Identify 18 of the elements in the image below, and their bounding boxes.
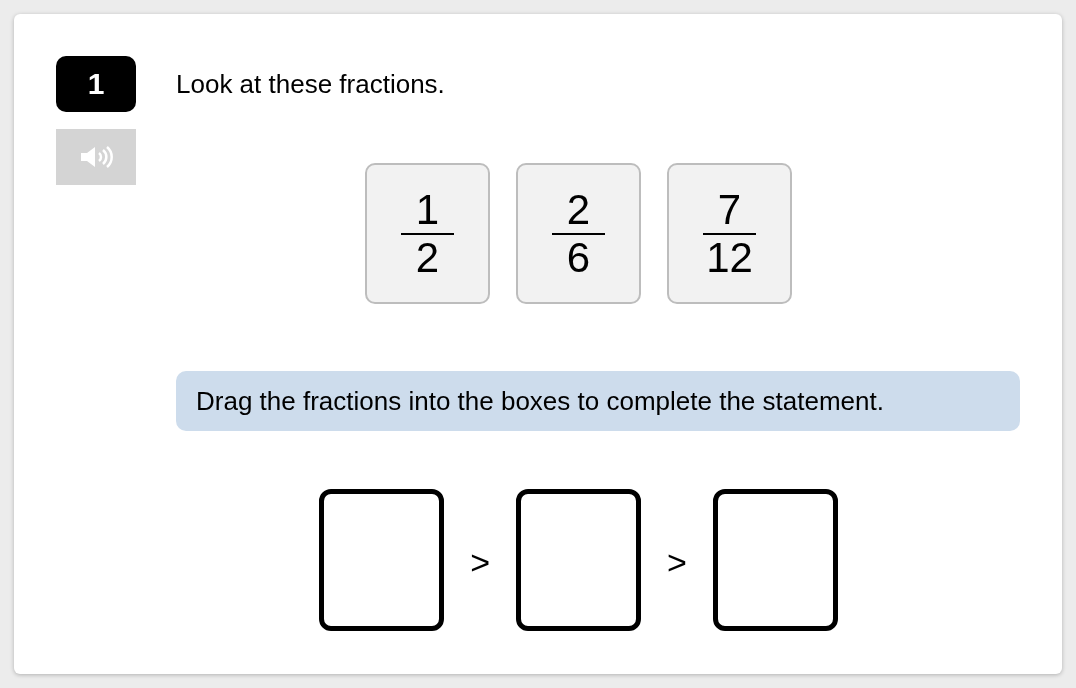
denominator: 2 [415, 235, 440, 280]
comparison-sign: > [667, 542, 687, 582]
drop-box[interactable] [319, 489, 445, 631]
fraction-tile[interactable]: 1 2 [365, 163, 490, 304]
numerator: 7 [717, 187, 742, 232]
numerator: 1 [415, 187, 440, 232]
numerator: 2 [566, 187, 591, 232]
speaker-icon [79, 145, 113, 169]
comparison-sign: > [470, 542, 490, 582]
denominator: 12 [706, 235, 753, 280]
fraction-tile[interactable]: 7 12 [667, 163, 792, 304]
fraction-tile[interactable]: 2 6 [516, 163, 641, 304]
drop-box[interactable] [516, 489, 641, 631]
denominator: 6 [566, 235, 591, 280]
question-prompt: Look at these fractions. [176, 67, 445, 101]
question-number: 1 [56, 56, 136, 112]
drop-box[interactable] [712, 489, 838, 631]
instruction-banner: Drag the fractions into the boxes to complete the statement. [176, 371, 1020, 431]
